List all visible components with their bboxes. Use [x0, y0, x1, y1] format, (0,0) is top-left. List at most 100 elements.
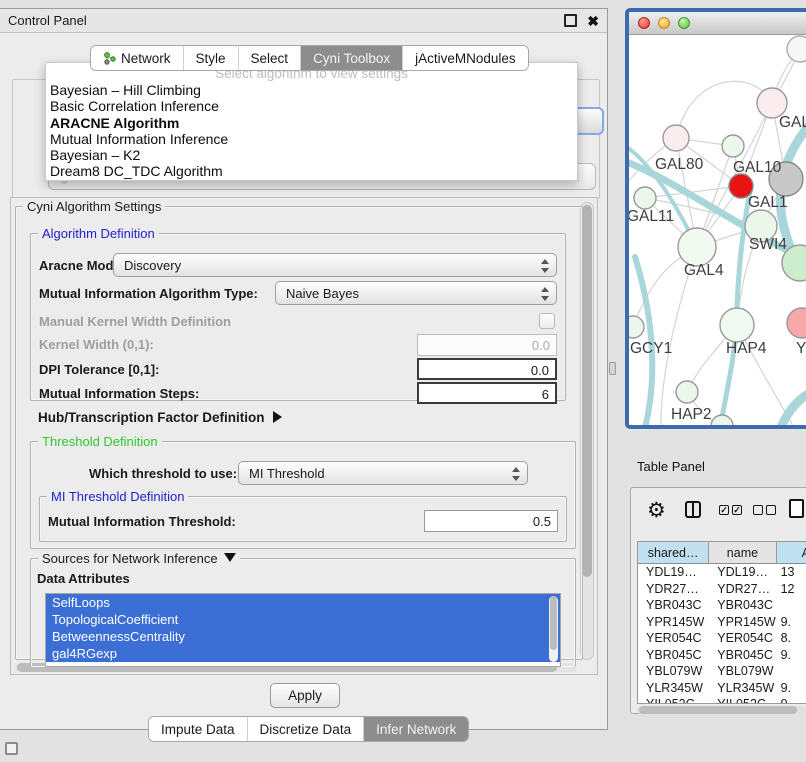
table-row[interactable]: YBR045CYBR045C9. — [638, 647, 806, 664]
network-view-window: GALGAL80GAL10GAL1GAL11SWI4GAL4GCY1HAP4YH… — [625, 8, 806, 429]
scrollbar-thumb[interactable] — [582, 205, 592, 577]
tab-discretize-data[interactable]: Discretize Data — [248, 717, 365, 741]
aracne-mode-combo[interactable]: Discovery — [113, 253, 557, 277]
table-cell: YIL052C — [638, 696, 709, 704]
network-window-titlebar[interactable] — [629, 12, 806, 35]
cyni-bottom-tabstrip: Impute Data Discretize Data Infer Network — [148, 716, 469, 742]
node-label: GCY1 — [630, 340, 672, 357]
screenshot-root: Control Panel ✖ galFiltered.sif default … — [0, 0, 806, 762]
algorithm-option[interactable]: Bayesian – K2 — [46, 147, 577, 163]
minimize-traffic-light-icon[interactable] — [658, 17, 670, 29]
deselect-all-icon[interactable] — [753, 505, 776, 515]
scrollbar-thumb[interactable] — [639, 706, 797, 714]
tab-cyni-toolbox[interactable]: Cyni Toolbox — [301, 46, 403, 70]
network-node[interactable] — [629, 316, 644, 338]
scrollbar-thumb[interactable] — [550, 596, 557, 650]
algorithm-option[interactable]: ARACNE Algorithm — [46, 115, 577, 131]
mi-threshold-field[interactable]: 0.5 — [424, 510, 558, 532]
document-icon[interactable] — [789, 499, 804, 518]
data-attribute-item[interactable]: SelfLoops — [46, 594, 560, 611]
data-attribute-item[interactable]: BetweennessCentrality — [46, 628, 560, 645]
close-icon[interactable]: ✖ — [587, 14, 599, 28]
table-toolbar: ⚙ ✓ ✓ — [631, 496, 806, 534]
network-node[interactable] — [676, 381, 698, 403]
mi-steps-field[interactable]: 6 — [417, 382, 557, 404]
list-vertical-scrollbar[interactable] — [549, 596, 558, 662]
table-cell: YBR043C — [709, 597, 776, 614]
control-panel-titlebar: Control Panel ✖ — [0, 9, 607, 33]
data-attribute-item[interactable]: TopologicalCoefficient — [46, 611, 560, 628]
network-node[interactable] — [634, 187, 656, 209]
hub-definition-label: Hub/Transcription Factor Definition — [38, 410, 265, 425]
table-row[interactable]: YER054CYER054C8. — [638, 630, 806, 647]
float-window-icon[interactable] — [564, 14, 577, 27]
network-node[interactable] — [787, 308, 806, 338]
split-pane-handle[interactable] — [609, 362, 616, 375]
table-cell: YBR045C — [638, 647, 709, 664]
data-attribute-item[interactable]: gal4RGexp — [46, 645, 560, 662]
algorithm-option[interactable]: Bayesian – Hill Climbing — [46, 82, 577, 98]
tab-label: Network — [121, 51, 171, 66]
node-label: SWI4 — [749, 236, 787, 253]
network-node[interactable] — [678, 228, 716, 266]
tab-label: Cyni Toolbox — [313, 51, 390, 66]
node-label: HAP4 — [726, 340, 767, 357]
group-title: Cyni Algorithm Settings — [23, 199, 165, 214]
node-table[interactable]: shared…nameA YDL19…YDL19…13YDR27…YDR27…1… — [637, 541, 806, 704]
kernel-width-field[interactable]: 0.0 — [417, 334, 557, 356]
table-row[interactable]: YIL052CYIL052C9 — [638, 696, 806, 704]
table-row[interactable]: YDL19…YDL19…13 — [638, 564, 806, 581]
data-attributes-list[interactable]: SelfLoopsTopologicalCoefficientBetweenne… — [45, 593, 561, 667]
table-row[interactable]: YBR043CYBR043C — [638, 597, 806, 614]
tab-infer-network[interactable]: Infer Network — [364, 717, 468, 741]
table-row[interactable]: YDR27…YDR27…12 — [638, 581, 806, 598]
table-cell: YBR043C — [638, 597, 709, 614]
tab-label: Style — [196, 51, 226, 66]
which-threshold-combo[interactable]: MI Threshold — [238, 461, 528, 485]
network-canvas[interactable]: GALGAL80GAL10GAL1GAL11SWI4GAL4GCY1HAP4YH… — [629, 35, 806, 426]
network-node[interactable] — [711, 415, 733, 426]
network-node[interactable] — [720, 308, 754, 342]
tab-style[interactable]: Style — [184, 46, 239, 70]
tab-impute-data[interactable]: Impute Data — [149, 717, 248, 741]
table-row[interactable]: YLR345WYLR345W9. — [638, 680, 806, 697]
network-edge-thick[interactable] — [777, 389, 806, 426]
table-horizontal-scrollbar[interactable] — [637, 706, 806, 714]
dpi-tolerance-field[interactable]: 0.0 — [417, 358, 557, 380]
tab-network[interactable]: Network — [91, 46, 184, 70]
column-header[interactable]: name — [709, 542, 776, 563]
algorithm-definition-group: Algorithm Definition Aracne Mode: Discov… — [30, 233, 566, 401]
network-node[interactable] — [787, 36, 806, 62]
close-traffic-light-icon[interactable] — [638, 17, 650, 29]
table-cell: YLR345W — [638, 680, 709, 697]
algorithm-option[interactable]: Mutual Information Inference — [46, 131, 577, 147]
hub-definition-toggle[interactable]: Hub/Transcription Factor Definition — [38, 410, 282, 425]
table-row[interactable]: YPR145WYPR145W9. — [638, 614, 806, 631]
select-all-icon[interactable]: ✓ ✓ — [719, 505, 742, 515]
tab-select[interactable]: Select — [239, 46, 302, 70]
control-panel-window: Control Panel ✖ galFiltered.sif default … — [0, 8, 608, 730]
algorithm-option[interactable]: Basic Correlation Inference — [46, 98, 577, 114]
mi-algorithm-type-combo[interactable]: Naive Bayes — [275, 281, 557, 305]
table-row[interactable]: YBL079WYBL079W — [638, 663, 806, 680]
zoom-traffic-light-icon[interactable] — [678, 17, 690, 29]
gear-icon[interactable]: ⚙ — [647, 498, 666, 522]
sources-group: Sources for Network Inference Data Attri… — [30, 558, 576, 667]
network-node[interactable] — [722, 135, 744, 157]
network-edge[interactable] — [676, 81, 772, 138]
manual-kernel-checkbox[interactable] — [539, 313, 555, 329]
tab-label: Discretize Data — [260, 722, 352, 737]
group-title: Algorithm Definition — [38, 226, 159, 241]
collapsed-panel-icon[interactable] — [5, 742, 18, 755]
sources-toggle[interactable]: Sources for Network Inference — [38, 551, 240, 566]
columns-icon[interactable] — [685, 501, 701, 518]
algorithm-option[interactable]: Dream8 DC_TDC Algorithm — [46, 163, 577, 179]
column-header[interactable]: A — [777, 542, 806, 563]
tab-jactivemnodules[interactable]: jActiveMNodules — [403, 46, 528, 70]
column-header[interactable]: shared… — [638, 542, 709, 563]
network-node[interactable] — [663, 125, 689, 151]
threshold-definition-group: Threshold Definition Which threshold to … — [30, 441, 576, 549]
cyni-algorithm-settings-group: Cyni Algorithm Settings Algorithm Defini… — [15, 206, 583, 660]
table-cell: YER054C — [709, 630, 776, 647]
apply-button[interactable]: Apply — [270, 683, 340, 708]
